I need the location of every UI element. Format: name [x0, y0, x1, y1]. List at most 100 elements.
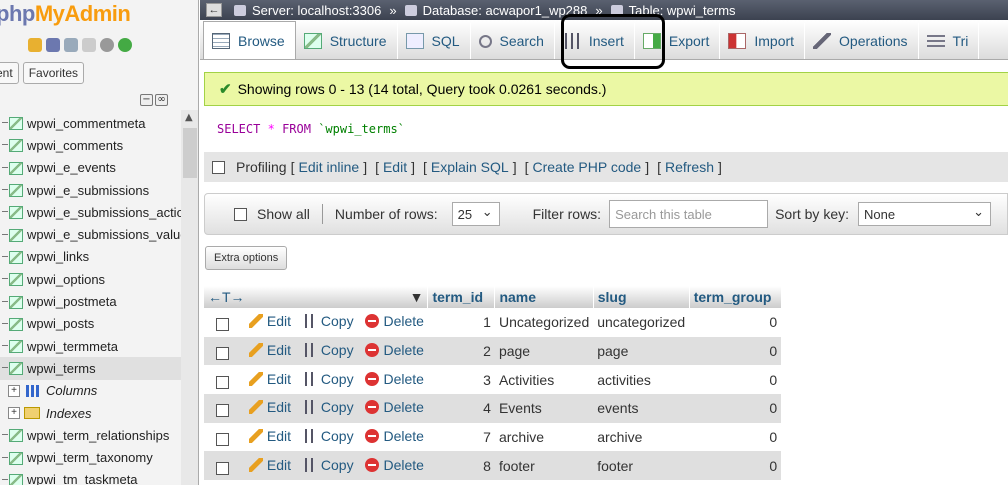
create-php-code-link[interactable]: Create PHP code [532, 159, 641, 175]
sort-dropdown-icon[interactable]: ▼ [410, 289, 424, 305]
tree-item-table[interactable]: wpwi_e_submissions_actio [0, 201, 184, 223]
copy-row-button[interactable]: Copy [302, 313, 354, 329]
cell-name[interactable]: Events [494, 394, 594, 423]
tree-item-columns[interactable]: + Columns [0, 380, 181, 402]
cell-term-id[interactable]: 8 [427, 451, 495, 481]
column-header-name[interactable]: name [494, 286, 594, 308]
breadcrumb-server[interactable]: Server: localhost:3306 [252, 3, 381, 18]
tree-item-table[interactable]: wpwi_e_submissions_value [0, 223, 187, 245]
tree-item-table[interactable]: wpwi_commentmeta [0, 112, 181, 134]
home-icon[interactable] [28, 38, 42, 52]
cell-term-group[interactable]: 0 [689, 365, 781, 394]
cell-term-id[interactable]: 4 [427, 394, 495, 423]
edit-row-button[interactable]: Edit [248, 313, 291, 329]
delete-row-button[interactable]: Delete [365, 428, 424, 444]
tab-recent[interactable]: ent [0, 62, 19, 84]
filter-rows-input[interactable]: Search this table [609, 200, 769, 228]
tree-item-table[interactable]: wpwi_postmeta [0, 290, 181, 312]
row-checkbox[interactable] [216, 375, 229, 389]
tab-triggers[interactable]: Tri [919, 23, 980, 59]
cell-slug[interactable]: footer [593, 451, 690, 481]
phpmyadmin-logo[interactable]: phpMyAdmin [0, 1, 131, 27]
sidebar-scrollbar[interactable]: ▲ [181, 110, 198, 485]
column-header-term-group[interactable]: term_group [689, 286, 782, 308]
show-all-checkbox[interactable] [234, 207, 247, 221]
extra-options-button[interactable]: Extra options [205, 246, 288, 270]
delete-row-button[interactable]: Delete [365, 371, 424, 387]
column-header-slug[interactable]: slug [593, 286, 690, 308]
delete-row-button[interactable]: Delete [365, 342, 424, 358]
tab-insert[interactable]: Insert [555, 23, 635, 59]
cell-term-group[interactable]: 0 [689, 423, 781, 452]
tree-item-table[interactable]: wpwi_options [0, 268, 181, 290]
edit-sql-link[interactable]: Edit [383, 159, 407, 175]
cell-name[interactable]: Uncategorized [495, 308, 593, 337]
number-of-rows-select[interactable]: 25 [451, 202, 500, 226]
sort-by-key-select[interactable]: None [858, 202, 991, 226]
tree-item-indexes[interactable]: + Indexes [0, 402, 181, 424]
tab-browse[interactable]: Browse [203, 21, 296, 59]
tree-item-table[interactable]: wpwi_term_relationships [0, 424, 181, 446]
explain-sql-link[interactable]: Explain SQL [431, 159, 509, 175]
cell-term-group[interactable]: 0 [689, 451, 782, 481]
edit-row-button[interactable]: Edit [248, 371, 291, 387]
tree-item-table[interactable]: wpwi_e_submissions [0, 179, 181, 201]
tree-item-table[interactable]: wpwi_termmeta [0, 335, 181, 357]
logout-icon[interactable] [46, 38, 60, 52]
refresh-link[interactable]: Refresh [665, 159, 714, 175]
tree-item-table[interactable]: wpwi_tm_taskmeta [0, 469, 181, 485]
column-header-term-id[interactable]: term_id [427, 286, 496, 308]
help-icon[interactable] [64, 38, 78, 52]
cell-term-id[interactable]: 7 [428, 423, 495, 452]
tree-item-table[interactable]: wpwi_posts [0, 313, 181, 335]
delete-row-button[interactable]: Delete [365, 399, 424, 415]
tree-item-table[interactable]: wpwi_term_taxonomy [0, 446, 181, 468]
copy-row-button[interactable]: Copy [302, 428, 354, 444]
scroll-up-arrow-icon[interactable]: ▲ [185, 112, 193, 123]
tab-search[interactable]: Search [471, 23, 555, 59]
delete-row-button[interactable]: Delete [365, 313, 424, 329]
cell-term-id[interactable]: 2 [427, 336, 495, 366]
tree-item-table[interactable]: wpwi_links [0, 246, 181, 268]
tab-import[interactable]: Import [720, 23, 806, 59]
copy-row-button[interactable]: Copy [302, 457, 354, 473]
cell-name[interactable]: archive [495, 423, 593, 452]
cell-name[interactable]: footer [494, 451, 594, 481]
cell-term-group[interactable]: 0 [689, 394, 782, 423]
copy-row-button[interactable]: Copy [302, 399, 354, 415]
tab-favorites[interactable]: Favorites [22, 62, 85, 84]
back-arrow-icon[interactable]: ← [206, 3, 222, 17]
cell-slug[interactable]: activities [593, 365, 689, 394]
cell-term-group[interactable]: 0 [689, 308, 781, 337]
edit-row-button[interactable]: Edit [248, 428, 291, 444]
tab-sql[interactable]: SQL [398, 23, 471, 59]
column-resize-arrows-icon[interactable]: ←T→ [208, 289, 245, 305]
tree-item-table-selected[interactable]: wpwi_terms [0, 357, 181, 380]
expand-icon[interactable]: + [8, 407, 20, 419]
cell-term-group[interactable]: 0 [689, 336, 782, 366]
cell-slug[interactable]: events [593, 394, 690, 423]
cell-term-id[interactable]: 3 [428, 365, 495, 394]
cell-term-id[interactable]: 1 [428, 308, 495, 337]
cell-slug[interactable]: page [593, 336, 690, 366]
row-checkbox[interactable] [216, 404, 229, 418]
edit-row-button[interactable]: Edit [248, 399, 291, 415]
settings-gear-icon[interactable] [100, 38, 114, 52]
breadcrumb-table[interactable]: Table: wpwi_terms [629, 3, 736, 18]
edit-row-button[interactable]: Edit [248, 457, 291, 473]
tree-item-table[interactable]: wpwi_e_events [0, 157, 181, 179]
row-checkbox[interactable] [216, 461, 229, 475]
tree-item-table[interactable]: wpwi_comments [0, 134, 181, 156]
breadcrumb-database[interactable]: Database: acwapor1_wp288 [423, 3, 588, 18]
cell-name[interactable]: page [494, 336, 594, 366]
delete-row-button[interactable]: Delete [365, 457, 424, 473]
copy-row-button[interactable]: Copy [302, 342, 354, 358]
cell-slug[interactable]: archive [593, 423, 689, 452]
row-checkbox[interactable] [216, 432, 229, 446]
scroll-thumb[interactable] [183, 128, 197, 178]
edit-inline-link[interactable]: Edit inline [298, 159, 359, 175]
row-checkbox[interactable] [216, 346, 229, 360]
copy-row-button[interactable]: Copy [302, 371, 354, 387]
cell-slug[interactable]: uncategorized [593, 308, 689, 337]
tab-export[interactable]: Export [635, 23, 721, 59]
